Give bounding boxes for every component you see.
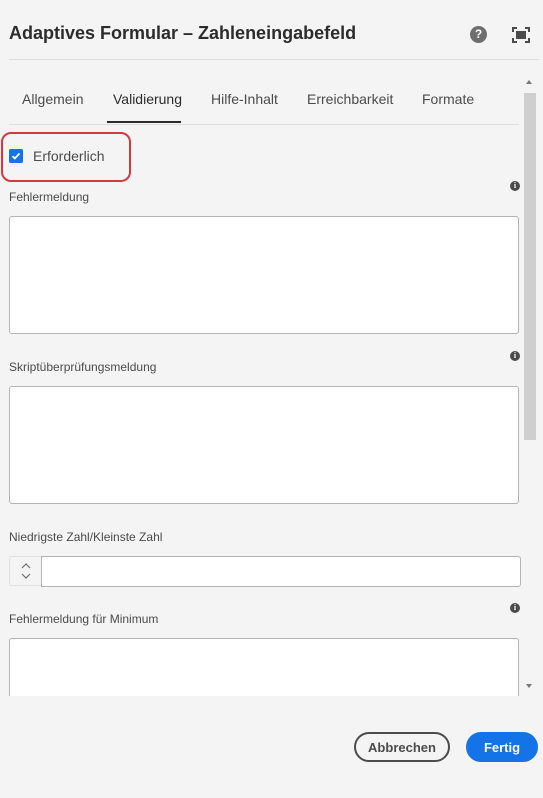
required-label: Erforderlich (33, 148, 105, 164)
min-error-field[interactable] (9, 638, 519, 696)
tab-validierung[interactable]: Validierung (113, 91, 182, 107)
script-message-label: Skriptüberprüfungsmeldung (9, 360, 157, 374)
scrollbar[interactable] (523, 80, 536, 692)
error-message-label: Fehlermeldung (9, 190, 90, 204)
header-divider (9, 59, 539, 60)
scrollbar-thumb[interactable] (524, 93, 536, 440)
tab-erreichbarkeit[interactable]: Erreichbarkeit (307, 91, 393, 107)
scroll-up-arrow-icon[interactable] (526, 80, 532, 84)
min-number-input[interactable] (41, 556, 521, 587)
tab-bar: Allgemein Validierung Hilfe-Inhalt Errei… (9, 78, 519, 125)
min-number-label: Niedrigste Zahl/Kleinste Zahl (9, 530, 163, 544)
checkmark-icon (11, 152, 21, 160)
help-icon[interactable]: ? (470, 26, 487, 43)
active-tab-indicator (107, 121, 181, 123)
info-icon[interactable]: i (510, 351, 520, 361)
script-message-field[interactable] (9, 386, 519, 504)
required-checkbox[interactable] (9, 149, 23, 163)
dialog-header: Adaptives Formular – Zahleneingabefeld ? (0, 0, 543, 60)
tab-allgemein[interactable]: Allgemein (22, 91, 83, 107)
info-icon[interactable]: i (510, 181, 520, 191)
dialog-body[interactable]: Allgemein Validierung Hilfe-Inhalt Errei… (0, 78, 543, 696)
fullscreen-icon[interactable] (512, 27, 530, 43)
scroll-down-arrow-icon[interactable] (526, 684, 532, 688)
info-icon[interactable]: i (510, 603, 520, 613)
min-error-label: Fehlermeldung für Minimum (9, 612, 159, 626)
number-stepper[interactable] (9, 556, 41, 586)
error-message-field[interactable] (9, 216, 519, 334)
done-button[interactable]: Fertig (466, 732, 538, 762)
tab-hilfe-inhalt[interactable]: Hilfe-Inhalt (211, 91, 278, 107)
tab-formate[interactable]: Formate (422, 91, 474, 107)
stepper-arrows-icon[interactable] (10, 557, 40, 585)
cancel-button[interactable]: Abbrechen (354, 732, 450, 762)
dialog-title: Adaptives Formular – Zahleneingabefeld (9, 23, 357, 43)
